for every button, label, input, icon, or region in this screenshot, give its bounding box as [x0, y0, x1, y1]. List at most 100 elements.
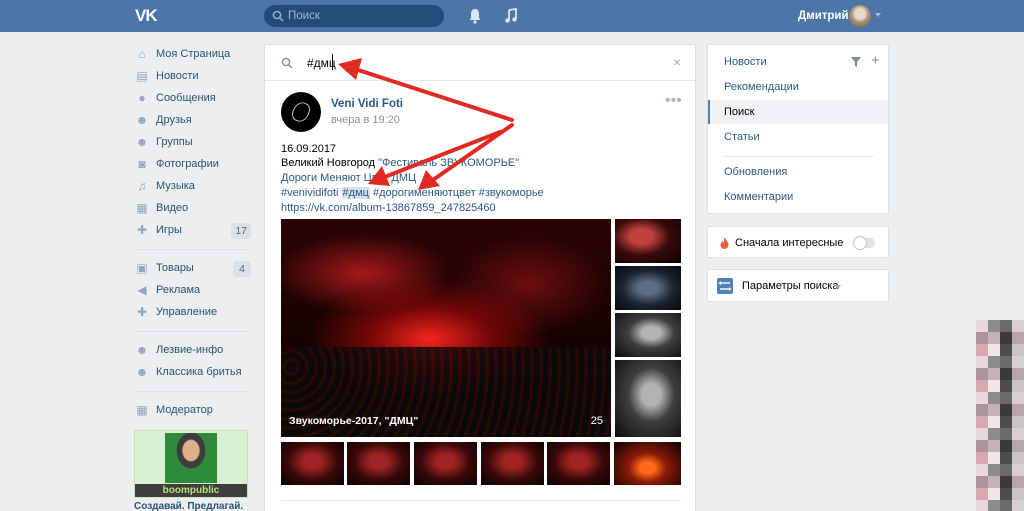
sidebar-item[interactable]: ✚ Управление — [134, 302, 254, 324]
pixel-block — [988, 332, 1000, 344]
sidebar-item[interactable]: ☻ Классика бритья — [134, 362, 254, 384]
vk-logo[interactable]: VK — [135, 7, 161, 24]
pixel-block — [1000, 368, 1012, 380]
sidebar-item[interactable]: ✚ Игры 17 — [134, 220, 254, 242]
album-cover-photo[interactable]: Звукоморье-2017, "ДМЦ" 25 — [281, 219, 611, 437]
rm-label: Новости — [724, 56, 767, 68]
album-thumbnail[interactable] — [615, 219, 681, 263]
sidebar-item-label: Классика бритья — [156, 366, 242, 378]
interesting-first-toggle-row[interactable]: Сначала интересные — [707, 226, 889, 258]
pixel-block — [976, 320, 988, 332]
pixel-block — [1012, 464, 1024, 476]
pixel-block — [976, 500, 988, 511]
rm-search[interactable]: Поиск — [708, 100, 888, 124]
sidebar-item[interactable]: ▤ Новости — [134, 66, 254, 88]
music-icon[interactable] — [504, 8, 518, 24]
sidebar-item-label: Друзья — [156, 114, 192, 126]
album-thumbnail[interactable] — [615, 313, 681, 357]
pixel-block — [1000, 452, 1012, 464]
album-url-link[interactable]: https://vk.com/album-13867859_247825460 — [281, 202, 496, 215]
post-divider — [281, 500, 681, 501]
close-icon[interactable]: × — [671, 55, 683, 69]
apps-icon: ▦ — [136, 403, 148, 417]
post-author[interactable]: Veni Vidi Foti — [331, 97, 403, 111]
interesting-first-toggle[interactable] — [853, 236, 875, 250]
sidebar-item[interactable]: ◙ Фотографии — [134, 154, 254, 176]
user-avatar[interactable] — [849, 5, 871, 27]
album-thumbnail[interactable] — [281, 442, 344, 485]
shopping-bag-icon: ▣ — [136, 261, 148, 275]
filter-icon[interactable] — [851, 57, 861, 67]
pixel-block — [1000, 416, 1012, 428]
sidebar-item-label: Модератор — [156, 404, 213, 416]
user-name[interactable]: Дмитрий — [798, 9, 849, 23]
album-thumbnail[interactable] — [414, 442, 477, 485]
hashtag-link[interactable]: #дорогименяютцвет — [373, 187, 476, 199]
search-params-dropdown[interactable]: Параметры поиска — [707, 269, 889, 302]
album-thumbnail[interactable] — [614, 442, 681, 485]
feed-search-bar[interactable]: #дмц × — [265, 45, 695, 81]
post-time[interactable]: вчера в 19:20 — [331, 114, 400, 127]
more-icon[interactable]: ••• — [665, 93, 682, 109]
album-thumbnail[interactable] — [547, 442, 610, 485]
sidebar-item[interactable]: ♫ Музыка — [134, 176, 254, 198]
sidebar-item[interactable]: ☻ Группы — [134, 132, 254, 154]
sidebar-item[interactable]: ⌂ Моя Страница — [134, 44, 254, 66]
album-thumbnail[interactable] — [481, 442, 544, 485]
plus-icon[interactable]: + — [871, 53, 880, 68]
group-link[interactable]: Дороги Меняют Цвет ДМЦ — [281, 172, 416, 184]
festival-link[interactable]: "Фестиваль ЗВУКОМОРЬЕ" — [378, 157, 519, 169]
nav-divider — [134, 391, 250, 392]
sidebar-item[interactable]: ▦ Модератор — [134, 400, 254, 422]
pixel-block — [976, 380, 988, 392]
pixel-block — [1012, 404, 1024, 416]
album-thumbnail[interactable] — [615, 360, 681, 437]
pixel-block — [988, 500, 1000, 511]
rm-updates[interactable]: Обновления — [708, 160, 888, 184]
pixel-block — [1000, 488, 1012, 500]
rm-recommendations[interactable]: Рекомендации — [708, 75, 888, 99]
rm-news[interactable]: Новости — [708, 50, 888, 74]
pixel-block — [988, 404, 1000, 416]
post-text-line: Великий Новгород "Фестиваль ЗВУКОМОРЬЕ" — [281, 157, 519, 170]
album-thumbnail[interactable] — [615, 266, 681, 310]
hashtag-link-highlighted[interactable]: #дмц — [341, 187, 370, 199]
sidebar-item-label: Товары — [156, 262, 194, 274]
pixel-block — [988, 392, 1000, 404]
messages-icon: ● — [138, 91, 146, 105]
top-search-input[interactable]: Поиск — [264, 5, 444, 27]
sidebar-item[interactable]: ▦ Видео — [134, 198, 254, 220]
post-author-avatar[interactable] — [281, 92, 321, 132]
pixel-block — [988, 380, 1000, 392]
rm-label: Обновления — [724, 166, 788, 178]
pixel-block — [1012, 488, 1024, 500]
pixel-block — [976, 344, 988, 356]
rm-label: Комментарии — [724, 191, 794, 203]
rm-label: Поиск — [724, 106, 755, 118]
album-photo-count: 25 — [590, 415, 603, 427]
sidebar-item[interactable]: ☻ Друзья — [134, 110, 254, 132]
gamepad-icon: ✚ — [136, 223, 148, 237]
pixel-block — [988, 464, 1000, 476]
hashtag-link[interactable]: #звукоморье — [479, 187, 544, 199]
rm-articles[interactable]: Статьи — [708, 125, 888, 149]
chevron-down-icon[interactable] — [875, 13, 881, 17]
top-bar: VK Поиск Дмитрий — [0, 0, 1024, 32]
video-icon: ▦ — [136, 201, 148, 215]
pixel-block — [1012, 476, 1024, 488]
pixel-block — [976, 368, 988, 380]
pixel-block — [988, 356, 1000, 368]
sidebar-item[interactable]: ☻ Лезвие-инфо — [134, 340, 254, 362]
bell-icon[interactable] — [468, 8, 482, 24]
pixel-block — [1012, 344, 1024, 356]
album-thumbnail[interactable] — [347, 442, 410, 485]
ad-caption[interactable]: Создавай. Предлагай. — [134, 502, 243, 511]
hashtag-link[interactable]: #venividifoti — [281, 187, 338, 199]
search-placeholder: Поиск — [288, 10, 320, 22]
ad-banner[interactable]: boompublic — [134, 430, 248, 498]
rm-label: Статьи — [724, 131, 760, 143]
rm-comments[interactable]: Комментарии — [708, 185, 888, 209]
sidebar-item[interactable]: ▣ Товары 4 — [134, 258, 254, 280]
sidebar-item[interactable]: ● Сообщения — [134, 88, 254, 110]
sidebar-item[interactable]: ◀ Реклама — [134, 280, 254, 302]
